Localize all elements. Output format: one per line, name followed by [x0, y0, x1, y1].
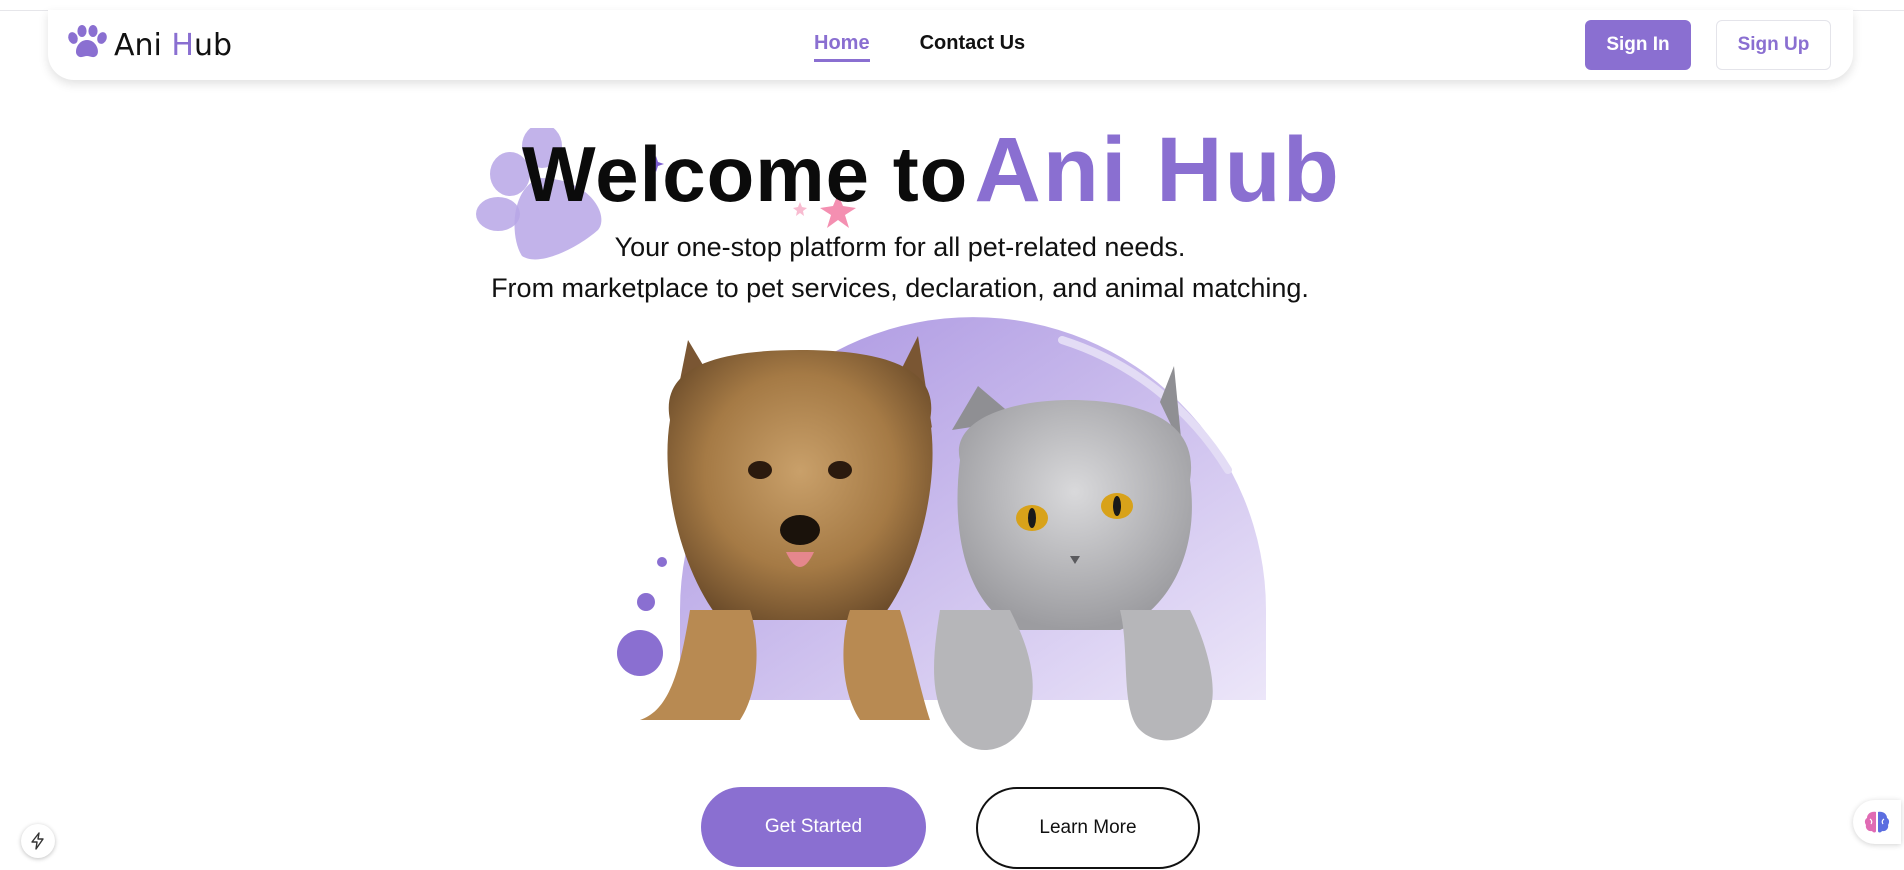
brand-logo[interactable]: Ani Hub — [66, 24, 233, 66]
nav-link-contact-us[interactable]: Contact Us — [920, 32, 1026, 62]
sign-up-button[interactable]: Sign Up — [1716, 20, 1831, 70]
hero-subtitle-line1: Your one-stop platform for all pet-relat… — [614, 232, 1186, 262]
nav-link-home[interactable]: Home — [814, 32, 870, 62]
hero-title: Welcome toAni Hub — [522, 118, 1341, 223]
bolt-icon[interactable] — [21, 824, 55, 858]
hero-subtitle-line2: From marketplace to pet services, declar… — [491, 273, 1309, 303]
sign-in-button[interactable]: Sign In — [1585, 20, 1691, 70]
brand-name: Ani Hub — [114, 27, 233, 63]
hero-title-brand: Ani Hub — [974, 119, 1341, 221]
hero-pets-illustration — [600, 310, 1280, 785]
get-started-button[interactable]: Get Started — [701, 787, 926, 867]
hero-title-prefix: Welcome to — [522, 130, 969, 218]
main-nav: Home Contact Us — [814, 32, 1025, 62]
learn-more-button[interactable]: Learn More — [976, 787, 1200, 869]
navbar: Ani Hub Home Contact Us Sign In Sign Up — [48, 10, 1853, 80]
paw-icon — [66, 24, 108, 66]
brain-icon[interactable] — [1853, 800, 1901, 844]
